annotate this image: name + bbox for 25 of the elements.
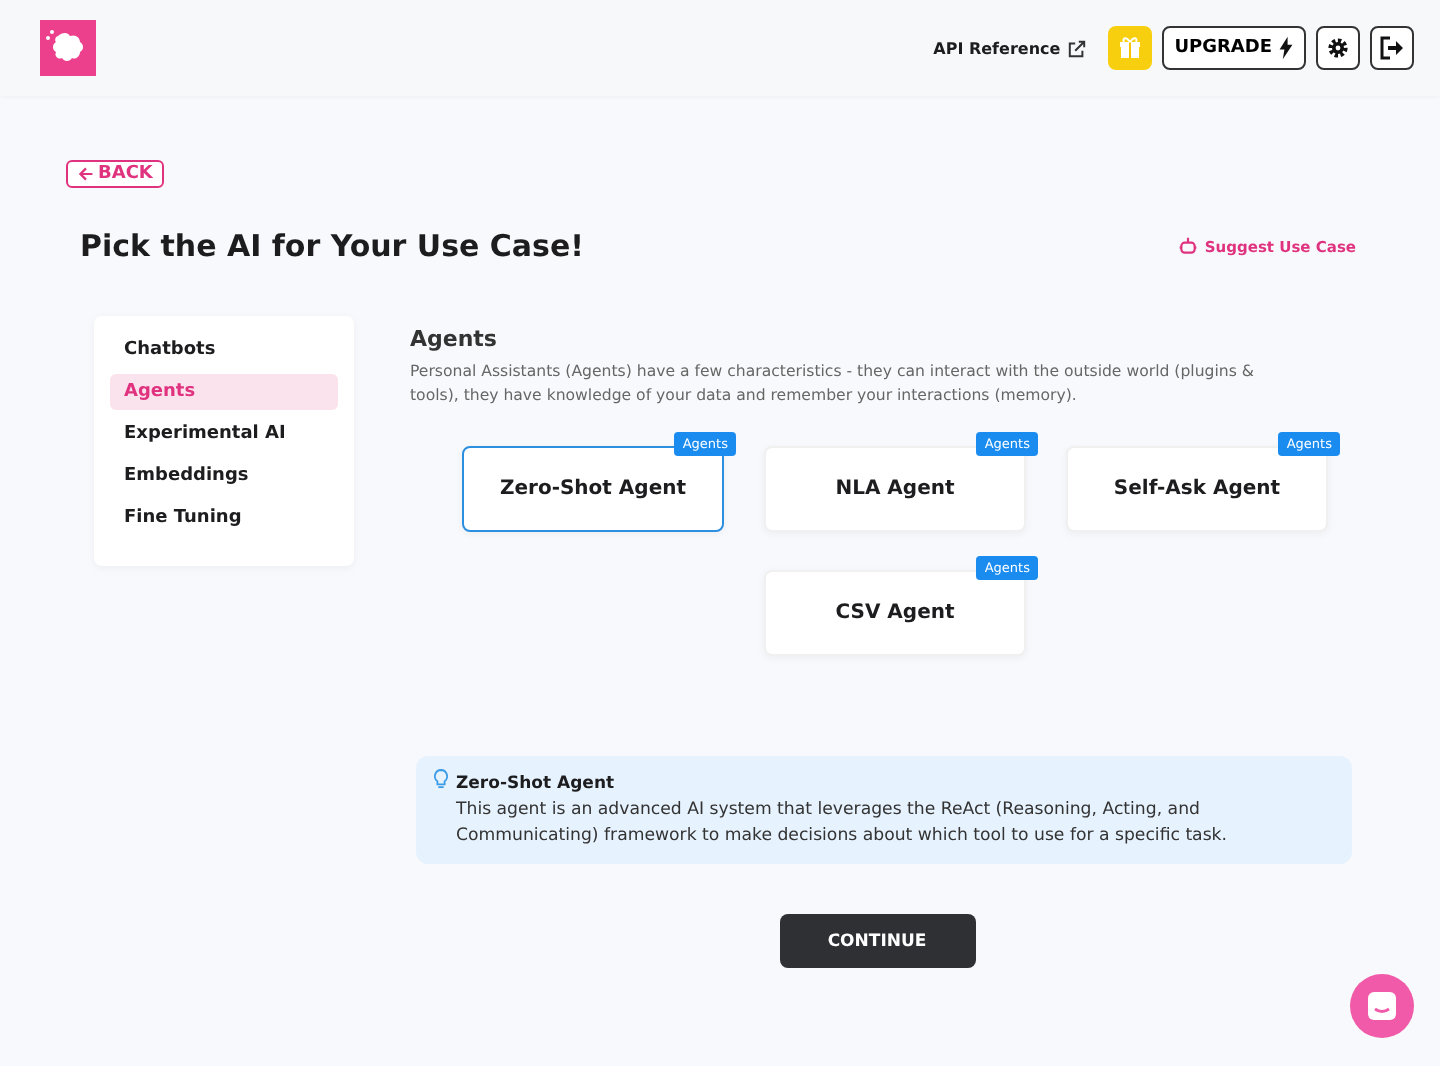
settings-icon [1326, 36, 1350, 60]
back-button[interactable]: BACK [66, 160, 165, 188]
chat-button[interactable] [1350, 974, 1414, 1038]
chat-bubble-icon [1366, 990, 1398, 1022]
gift-icon [1118, 36, 1143, 60]
info-text: This agent is an advanced AI system that leverages the ReAct (Reasoning, Acting, and Communicating) framework to make decisions about which tool to use for a specific task. [456, 798, 1230, 849]
robot-icon [1178, 236, 1199, 256]
page-title: Pick the AI for Your Use Case! [80, 228, 584, 264]
logout-button[interactable] [1370, 26, 1414, 70]
sidebar-item[interactable]: Embeddings [110, 458, 338, 494]
info-title: Zero-Shot Agent [456, 774, 617, 795]
settings-button[interactable] [1316, 26, 1360, 70]
sidebar-item[interactable]: Experimental AI [110, 416, 338, 452]
lightbulb-icon [432, 768, 450, 791]
left-arrow-icon [78, 166, 94, 182]
external-link-icon [1068, 39, 1087, 57]
sidebar-item[interactable]: Chatbots [110, 332, 338, 368]
sidebar-item[interactable]: Fine Tuning [110, 500, 338, 536]
api-reference-link[interactable]: API Reference [933, 39, 1087, 57]
sidebar-item[interactable]: Agents [110, 374, 338, 410]
continue-button[interactable]: CONTINUE [779, 914, 975, 969]
section-heading: Agents [410, 326, 499, 352]
lightning-bolt-icon [1278, 36, 1294, 60]
logout-icon [1380, 36, 1404, 60]
upgrade-button[interactable]: UPGRADE [1162, 26, 1306, 70]
